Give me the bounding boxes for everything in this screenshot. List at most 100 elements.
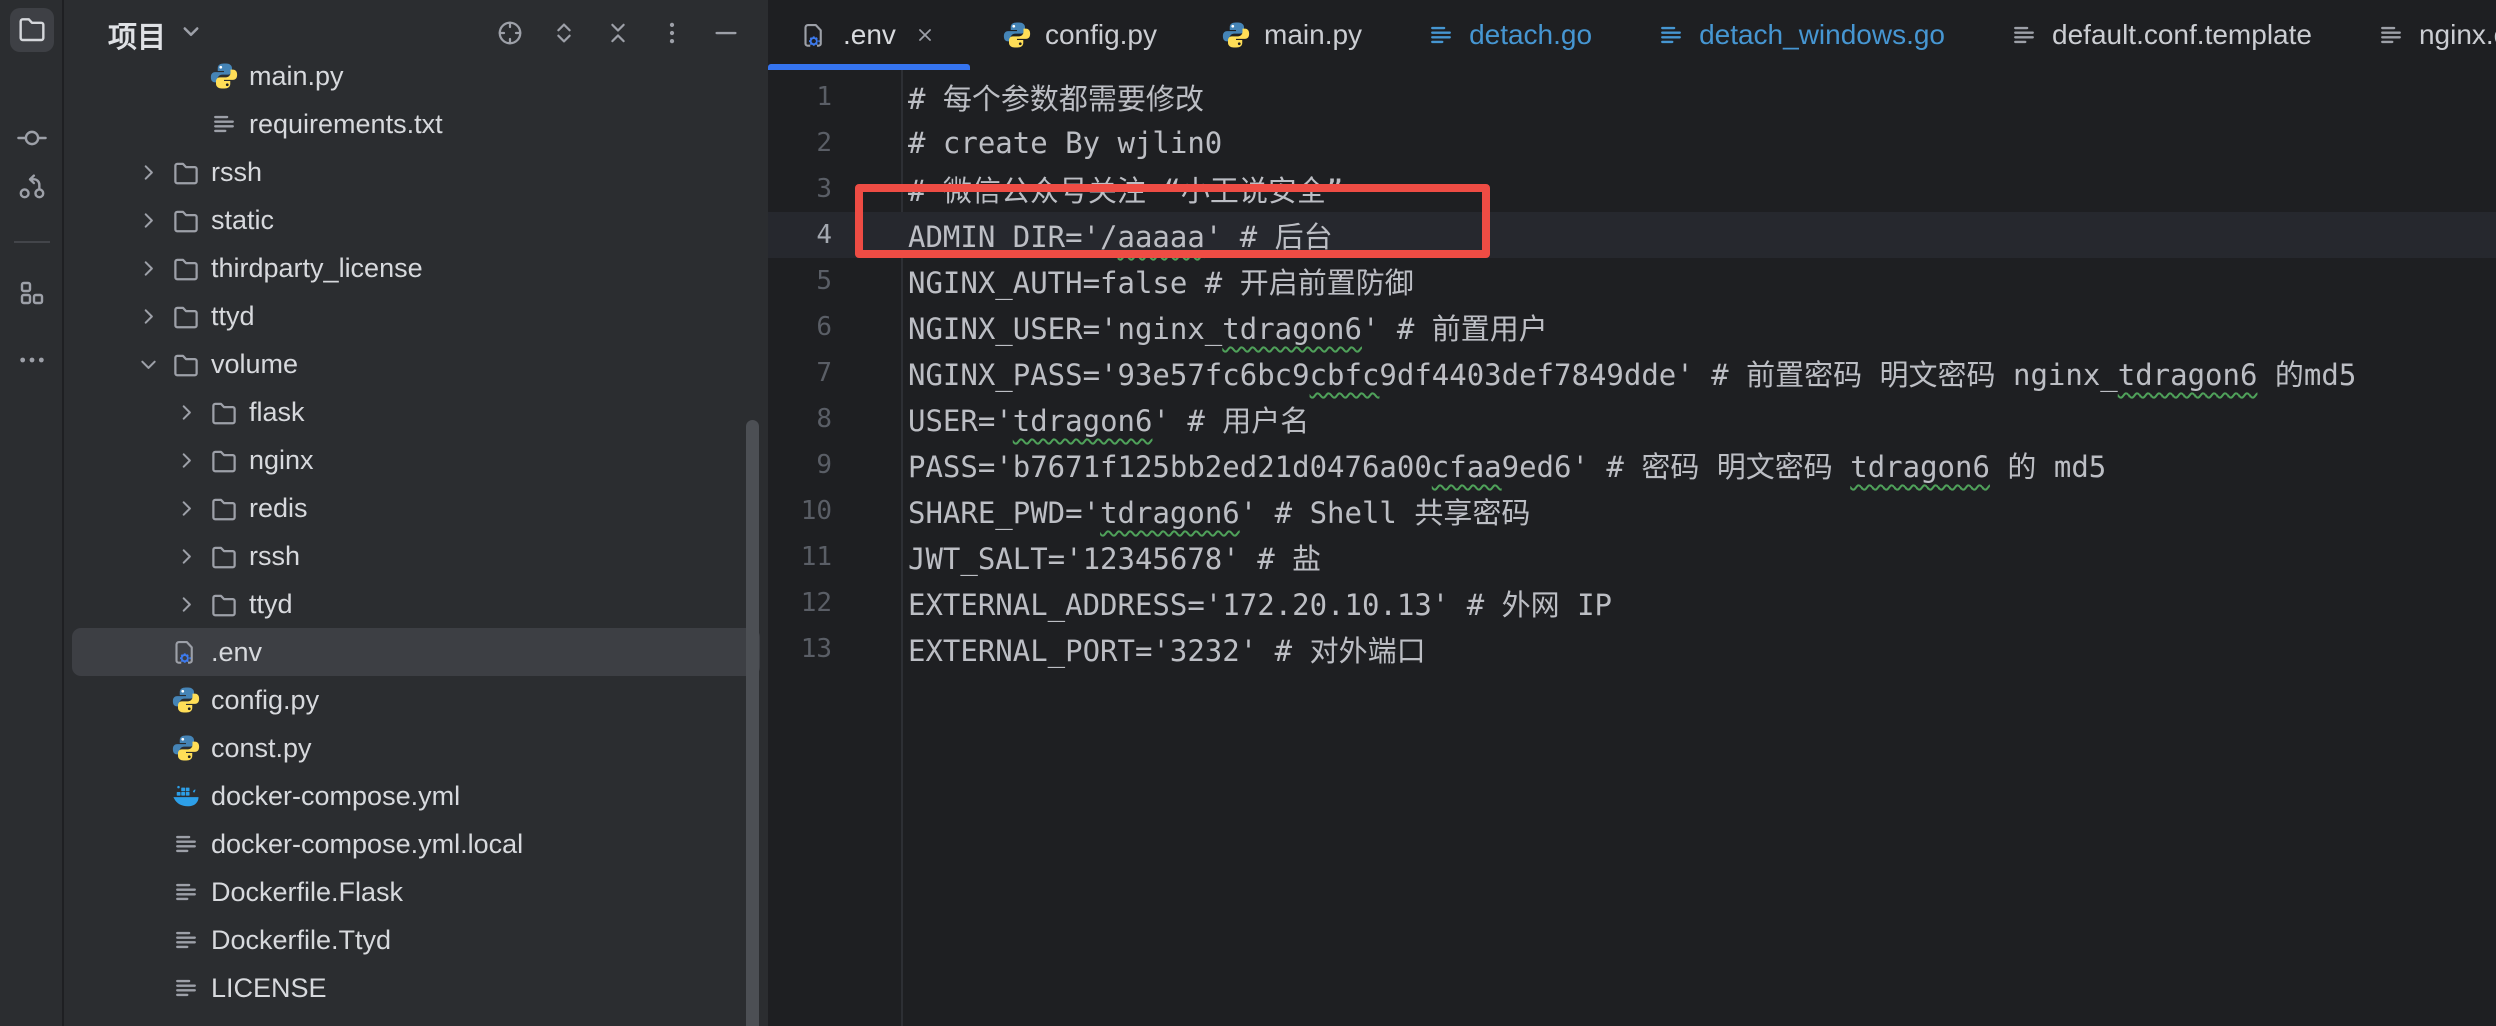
tree-item-ttyd[interactable]: ttyd [72,580,760,628]
code-line-8[interactable]: 8USER='tdragon6' # 用户名 [768,396,2496,442]
project-scrollbar[interactable] [746,420,759,1026]
code-line-4[interactable]: 4ADMIN_DIR='/aaaaa' # 后台 [768,212,2496,258]
chevron-right-icon[interactable] [135,148,170,196]
chevron-slot [135,676,170,724]
code-line-10[interactable]: 10SHARE_PWD='tdragon6' # Shell 共享密码 [768,488,2496,534]
code-line-7[interactable]: 7NGINX_PASS='93e57fc6bc9cbfc9df4403def78… [768,350,2496,396]
toolbar-button-options-menu[interactable] [656,19,688,51]
toolbar-button-hide-panel[interactable] [710,19,742,51]
chevron-right-icon[interactable] [135,196,170,244]
code-text: ADMIN_DIR='/aaaaa' # 后台 [846,214,1333,256]
code-line-6[interactable]: 6NGINX_USER='nginx_tdragon6' # 前置用户 [768,304,2496,350]
tree-item-rssh[interactable]: rssh [72,148,760,196]
tree-item-label: requirements.txt [249,109,443,140]
python-icon [1002,20,1032,50]
tab-main.py[interactable]: main.py [1189,0,1394,70]
chevron-down-icon[interactable] [135,340,170,388]
code-line-2[interactable]: 2# create By wjlin0 [768,120,2496,166]
tree-item-label: rssh [249,541,300,572]
code-line-13[interactable]: 13EXTERNAL_PORT='3232' # 对外端口 [768,626,2496,672]
tab-default.conf.template[interactable]: default.conf.template [1977,0,2344,70]
tree-item-label: rssh [211,157,262,188]
text-icon [170,828,202,860]
line-number: 5 [768,266,846,296]
minus-icon [711,18,741,53]
chevron-right-icon[interactable] [135,244,170,292]
folder-icon [208,492,240,524]
tree-item-nginx[interactable]: nginx [72,436,760,484]
tree-item-main.py[interactable]: main.py [72,52,760,100]
tab-nginx.conf[interactable]: nginx.conf [2344,0,2496,70]
project-title-dropdown[interactable]: 项目 [108,14,206,56]
line-number: 1 [768,82,846,112]
tree-item-thirdparty-license[interactable]: thirdparty_license [72,244,760,292]
tree-item-const.py[interactable]: const.py [72,724,760,772]
code-line-5[interactable]: 5 NGINX_AUTH=false # 开启前置防御 [768,258,2496,304]
toolbar-button-select-opened-file[interactable] [494,19,526,51]
text-icon [170,876,202,908]
activity-bar-item-more-tools[interactable] [10,340,54,384]
chevron-right-icon[interactable] [173,436,208,484]
tab-.env[interactable]: .env [768,0,970,70]
tree-item-rssh[interactable]: rssh [72,532,760,580]
code-line-1[interactable]: 1# 每个参数都需要修改 [768,74,2496,120]
toolbar-button-expand-all[interactable] [548,19,580,51]
kebab-icon [657,18,687,53]
tree-item-label: docker-compose.yml [211,781,460,812]
tab-detach.go[interactable]: detach.go [1394,0,1624,70]
typo-squiggle: cfaa [1432,450,1502,484]
git-icon [16,170,48,207]
code-line-11[interactable]: 11JWT_SALT='12345678' # 盐 [768,534,2496,580]
chevron-right-icon[interactable] [173,580,208,628]
code-segment: ' # 前置用户 [1362,312,1548,346]
tab-detach-windows.go[interactable]: detach_windows.go [1624,0,1977,70]
code-segment: NGINX_AUTH=false # 开启前置防御 [908,266,1414,300]
code-text: EXTERNAL_PORT='3232' # 对外端口 [846,628,1426,670]
tree-item-dockerfile.ttyd[interactable]: Dockerfile.Ttyd [72,916,760,964]
code-line-9[interactable]: 9PASS='b7671f125bb2ed21d0476a00cfaa9ed6'… [768,442,2496,488]
tree-item-dockerfile.flask[interactable]: Dockerfile.Flask [72,868,760,916]
code-lines: 1# 每个参数都需要修改2# create By wjlin03# 微信公众号关… [768,74,2496,672]
code-segment: # 微信公众号关注 “小王说安全” [908,174,1343,208]
chevron-right-icon[interactable] [173,532,208,580]
chevron-right-icon[interactable] [173,484,208,532]
tree-item-label: nginx [249,445,314,476]
toolbar-button-collapse-all[interactable] [602,19,634,51]
tree-item-config.py[interactable]: config.py [72,676,760,724]
code-segment: PASS='b7671f125bb2ed21d0476a00 [908,450,1432,484]
code-line-3[interactable]: 3# 微信公众号关注 “小王说安全” [768,166,2496,212]
tab-label: nginx.conf [2419,19,2496,51]
activity-bar-item-project[interactable] [10,8,54,52]
tree-item-flask[interactable]: flask [72,388,760,436]
tree-item-static[interactable]: static [72,196,760,244]
code-segment: ' # Shell 共享密码 [1240,496,1531,530]
tree-item-ttyd[interactable]: ttyd [72,292,760,340]
expand-icon [549,18,579,53]
code-segment: SHARE_PWD=' [908,496,1100,530]
code-line-12[interactable]: 12EXTERNAL_ADDRESS='172.20.10.13' # 外网 I… [768,580,2496,626]
activity-bar-item-commit[interactable] [10,118,54,162]
chevron-right-icon[interactable] [173,388,208,436]
chevron-slot [135,964,170,1012]
tree-item-docker-compose.yml.local[interactable]: docker-compose.yml.local [72,820,760,868]
more-icon [16,344,48,381]
tree-item-label: ttyd [211,301,255,332]
tree-item-volume[interactable]: volume [72,340,760,388]
tree-item-redis[interactable]: redis [72,484,760,532]
tree-item-.env[interactable]: .env [72,628,760,676]
tab-config.py[interactable]: config.py [970,0,1189,70]
tree-item-docker-compose.yml[interactable]: docker-compose.yml [72,772,760,820]
editor[interactable]: 1# 每个参数都需要修改2# create By wjlin03# 微信公众号关… [768,70,2496,1026]
chevron-down-icon [176,16,206,54]
chevron-right-icon[interactable] [135,292,170,340]
tree-item-license[interactable]: LICENSE [72,964,760,1012]
typo-squiggle: tdragon6 [2118,358,2258,392]
activity-bar-item-git[interactable] [10,166,54,210]
line-number: 13 [768,634,846,664]
tree-item-requirements.txt[interactable]: requirements.txt [72,100,760,148]
code-segment: NGINX_USER='nginx_ [908,312,1222,346]
line-number: 6 [768,312,846,342]
close-icon[interactable] [912,22,938,48]
activity-bar-item-structure[interactable] [10,273,54,317]
tree-item-label: .env [211,637,262,668]
